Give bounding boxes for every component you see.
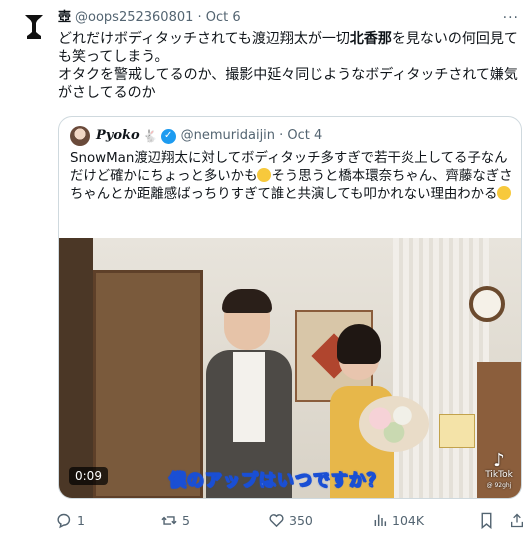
share-button[interactable]: [509, 509, 529, 531]
tweet-text: どれだけボディタッチされても渡辺翔太が一切北香那を見ないの何回見ても笑ってしまう…: [58, 30, 521, 102]
repost-count: 5: [182, 512, 190, 528]
author-handle-date[interactable]: @oops252360801 · Oct 6: [75, 9, 241, 27]
action-bar: 1 5 350 104K: [52, 509, 531, 531]
video-duration: 0:09: [69, 467, 108, 485]
reply-count: 1: [77, 512, 85, 528]
quoted-header: 𝑷𝒚𝒐𝒌𝒐 🐇 ✓ @nemuridaijin · Oct 4: [70, 126, 322, 146]
analytics-icon: [374, 514, 387, 526]
sweat-smile-emoji-icon: [257, 168, 272, 182]
more-options-icon[interactable]: ···: [503, 9, 521, 27]
video-scene-hair-left: [222, 289, 272, 313]
video-scene-curtain: [393, 238, 489, 498]
tiktok-icon: ♪: [493, 450, 505, 471]
like-count: 350: [289, 512, 313, 528]
author-avatar[interactable]: [17, 10, 51, 44]
video-player[interactable]: 僕のアップはいつですか？ 0:09 ♪ TikTok @ 92ghj: [59, 238, 521, 498]
views-count: 104K: [392, 512, 425, 528]
tiktok-handle: @ 92ghj: [486, 482, 512, 489]
heart-icon: [269, 513, 284, 527]
quoted-handle-date[interactable]: @nemuridaijin · Oct 4: [181, 127, 323, 145]
tiktok-watermark: ♪ TikTok @ 92ghj: [482, 452, 516, 491]
tweet: 壺 @oops252360801 · Oct 6 ··· どれだけボディタッチさ…: [58, 9, 521, 102]
rabbit-icon: 🐇: [142, 129, 158, 143]
tweet-text-bold: 北香那: [349, 31, 392, 47]
urn-logo-icon: [25, 15, 43, 39]
bookmark-icon: [481, 512, 492, 529]
tiktok-label: TikTok: [485, 470, 513, 480]
quoted-text: SnowMan渡辺翔太に対してボディタッチ多すぎで若干炎上してる子なんだけど確か…: [70, 150, 516, 204]
video-scene-door-frame: [59, 238, 93, 498]
pleading-face-emoji-icon: [497, 186, 512, 200]
video-scene-door: [93, 270, 203, 498]
video-scene-gift-box: [439, 414, 475, 448]
verified-badge-icon: ✓: [160, 128, 176, 144]
repost-button[interactable]: 5: [160, 509, 190, 531]
reply-icon: [57, 513, 71, 528]
reply-button[interactable]: 1: [56, 509, 85, 531]
repost-icon: [161, 515, 177, 525]
quoted-tweet[interactable]: 𝑷𝒚𝒐𝒌𝒐 🐇 ✓ @nemuridaijin · Oct 4 SnowMan渡…: [58, 116, 522, 499]
video-scene-clock: [469, 286, 505, 322]
video-scene-bouquet: [359, 396, 429, 452]
author-name[interactable]: 壺: [58, 9, 71, 27]
like-button[interactable]: 350: [268, 509, 313, 531]
tweet-header: 壺 @oops252360801 · Oct 6 ···: [58, 9, 521, 27]
video-scene-hair-right: [337, 324, 381, 364]
video-scene-shirt: [233, 352, 265, 442]
views-button[interactable]: 104K: [372, 509, 424, 531]
quoted-avatar[interactable]: [70, 126, 90, 146]
bookmark-button[interactable]: [479, 509, 498, 531]
tweet-text-part1: どれだけボディタッチされても渡辺翔太が一切: [58, 31, 350, 47]
video-caption: 僕のアップはいつですか？: [169, 471, 385, 492]
share-icon: [511, 513, 523, 527]
quoted-author-name[interactable]: 𝑷𝒚𝒐𝒌𝒐: [96, 127, 140, 145]
